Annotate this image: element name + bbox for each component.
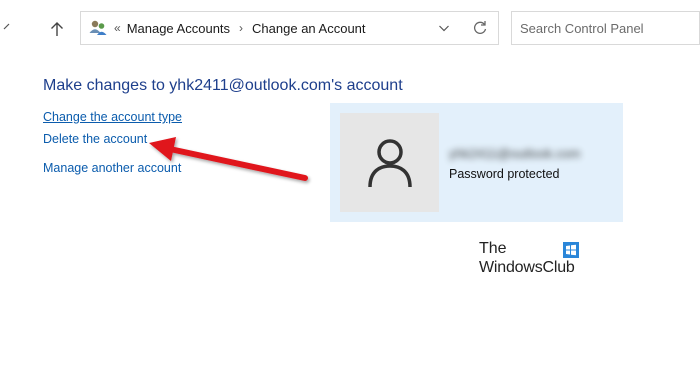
user-icon [340,113,439,212]
change-account-type-link[interactable]: Change the account type [43,110,182,124]
search-input[interactable] [512,12,699,44]
breadcrumb-separator[interactable]: › [239,21,243,35]
windows-logo-icon [563,242,579,258]
watermark-line2: WindowsClub [479,259,575,276]
up-arrow-icon[interactable] [46,18,68,40]
account-status: Password protected [449,167,560,181]
address-separator[interactable]: « [114,21,121,35]
watermark-line1: The [479,240,507,257]
user-accounts-icon [88,18,108,38]
address-bar[interactable]: « Manage Accounts › Change an Account [80,11,499,45]
page-title: Make changes to yhk2411@outlook.com's ac… [43,77,403,94]
breadcrumb-change-account[interactable]: Change an Account [252,21,365,36]
refresh-icon[interactable] [471,19,489,37]
back-chevron-icon[interactable] [0,18,10,38]
account-email: yhk2411@outlook.com [449,146,581,161]
red-arrow-icon [140,128,320,188]
chevron-down-icon[interactable] [436,20,452,36]
delete-account-link[interactable]: Delete the account [43,132,147,146]
navigation-bar: « Manage Accounts › Change an Account [0,0,700,56]
search-box[interactable] [511,11,700,45]
watermark-logo: The WindowsClub [478,240,598,280]
account-card: yhk2411@outlook.com Password protected [330,103,623,222]
breadcrumb-manage-accounts[interactable]: Manage Accounts [127,21,230,36]
